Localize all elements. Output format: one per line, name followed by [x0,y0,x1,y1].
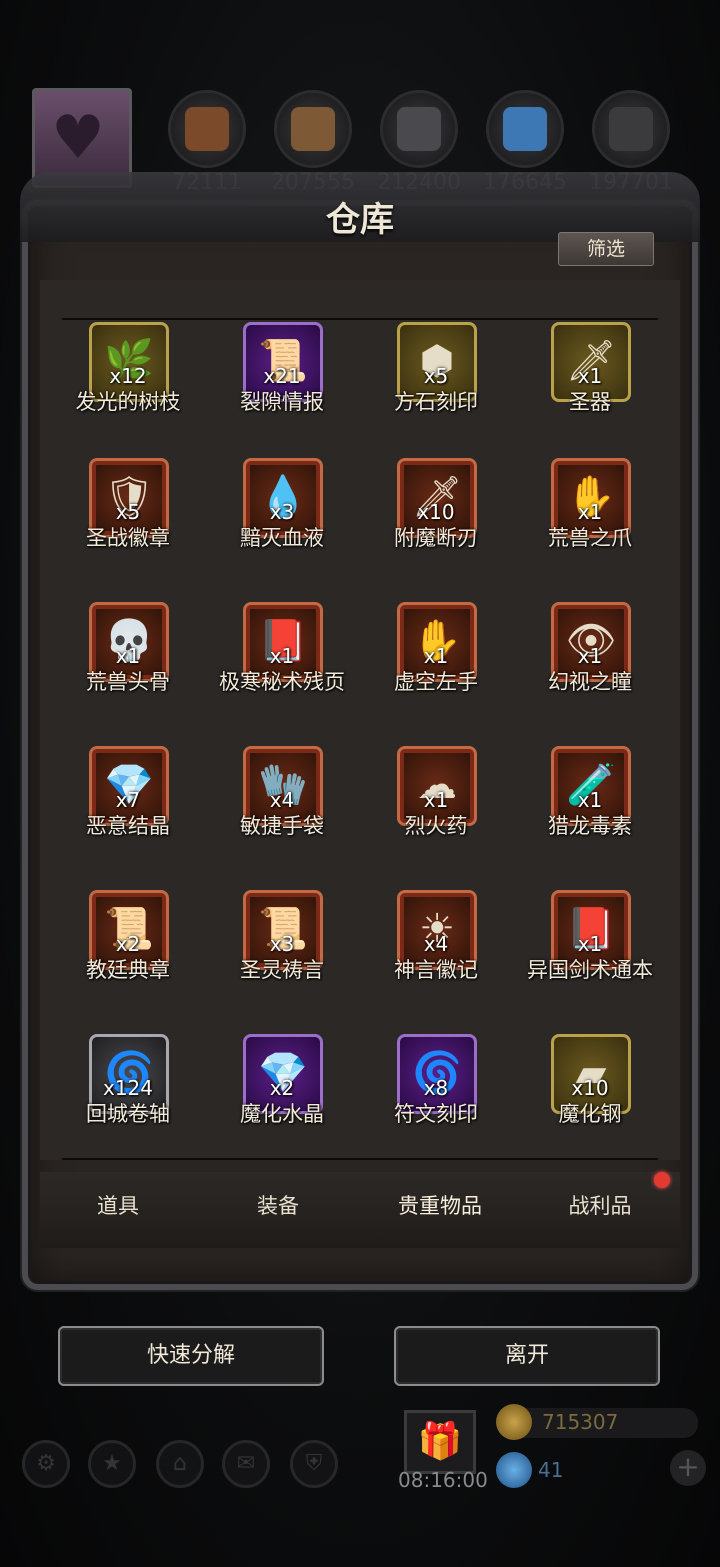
resource-slot[interactable] [274,90,352,168]
leather-icon [185,107,229,151]
item-cell[interactable]: 🌿 x12 发光的树枝 [53,322,203,432]
item-cell[interactable]: ⬢ x5 方石刻印 [361,322,511,432]
item-cell[interactable]: ✋ x1 荒兽之爪 [515,458,665,568]
item-cell[interactable]: 🗡 x1 圣器 [515,322,665,432]
building-icon[interactable]: ⌂ [156,1440,204,1488]
filter-button[interactable]: 筛选 [558,232,654,266]
tab-valuables[interactable]: 贵重物品 [370,1190,510,1220]
item-name: 荒兽之爪 [548,526,632,550]
iron-bar-icon [609,107,653,151]
tab-equipment[interactable]: 装备 [208,1190,348,1220]
mail-icon[interactable]: ✉ [222,1440,270,1488]
item-count: x21 [263,364,301,388]
item-name: 幻视之瞳 [548,670,632,694]
tab-items[interactable]: 道具 [48,1190,188,1220]
item-name: 魔化钢 [558,1102,622,1126]
notification-badge [654,1172,670,1188]
item-count: x1 [269,644,295,668]
item-cell[interactable]: 🧤 x4 敏捷手袋 [207,746,357,856]
item-count: x3 [269,932,295,956]
item-cell[interactable]: 🌀 x8 符文刻印 [361,1034,511,1144]
gear-icon[interactable]: ⚙ [22,1440,70,1488]
item-count: x5 [423,364,449,388]
item-name: 圣器 [569,390,611,414]
crystal-icon [503,107,547,151]
item-cell[interactable]: 💀 x1 荒兽头骨 [53,602,203,712]
item-count: x1 [577,788,603,812]
item-cell[interactable]: ✋ x1 虚空左手 [361,602,511,712]
item-cell[interactable]: 🛡 x5 圣战徽章 [53,458,203,568]
gift-icon[interactable]: 🎁 [404,1410,476,1474]
gift-timer: 08:16:00 [398,1468,488,1492]
item-count: x4 [423,932,449,956]
item-count: x8 [423,1076,449,1100]
gem-icon [496,1452,532,1488]
item-cell[interactable]: ☀ x4 神言徽记 [361,890,511,1000]
tab-loot[interactable]: 战利品 [530,1190,670,1220]
item-cell[interactable]: 💎 x7 恶意结晶 [53,746,203,856]
item-count: x124 [102,1076,153,1100]
resource-slot[interactable] [380,90,458,168]
item-count: x1 [115,644,141,668]
leave-button[interactable]: 离开 [394,1326,660,1386]
item-count: x1 [577,364,603,388]
item-cell[interactable]: 👁 x1 幻视之瞳 [515,602,665,712]
item-count: x4 [269,788,295,812]
item-count: x1 [577,644,603,668]
top-divider [62,318,658,320]
item-count: x10 [571,1076,609,1100]
item-count: x1 [423,644,449,668]
gold-coin-icon [496,1404,532,1440]
item-cell[interactable]: 🌀 x124 回城卷轴 [53,1034,203,1144]
bottom-divider [62,1158,658,1160]
item-cell[interactable]: 📜 x21 裂隙情报 [207,322,357,432]
gold-amount: 715307 [542,1410,619,1434]
warehouse-screen: { "resources": { "portrait_icon": "coupl… [0,0,720,1567]
shield-icon[interactable]: ⛨ [290,1440,338,1488]
item-cell[interactable]: 📕 x1 异国剑术通本 [515,890,665,1000]
item-cell[interactable]: 🧪 x1 猎龙毒素 [515,746,665,856]
item-count: x2 [269,1076,295,1100]
item-count: x5 [115,500,141,524]
item-name: 猎龙毒素 [548,814,632,838]
item-cell[interactable]: 📜 x2 教廷典章 [53,890,203,1000]
item-count: x3 [269,500,295,524]
wood-planks-icon [291,107,335,151]
resource-slot[interactable] [486,90,564,168]
add-currency-button[interactable]: + [670,1450,706,1486]
item-count: x12 [109,364,147,388]
item-count: x1 [577,500,603,524]
item-cell[interactable]: 📕 x1 极寒秘术残页 [207,602,357,712]
item-cell[interactable]: 💎 x2 魔化水晶 [207,1034,357,1144]
couple-portrait-icon: ♥ [51,103,105,173]
item-count: x2 [115,932,141,956]
item-count: x10 [417,500,455,524]
item-name: 异国剑术通本 [527,958,653,982]
item-cell[interactable]: 💧 x3 黯灭血液 [207,458,357,568]
item-count: x7 [115,788,141,812]
item-cell[interactable]: 🗡 x10 附魔断刃 [361,458,511,568]
item-count: x1 [423,788,449,812]
item-cell[interactable]: 📜 x3 圣灵祷言 [207,890,357,1000]
item-cell[interactable]: ☁ x1 烈火药 [361,746,511,856]
item-count: x1 [577,932,603,956]
item-cell[interactable]: ▰ x10 魔化钢 [515,1034,665,1144]
resource-slot[interactable] [592,90,670,168]
gem-amount: 41 [538,1458,564,1482]
star-icon[interactable]: ★ [88,1440,136,1488]
quick-decompose-button[interactable]: 快速分解 [58,1326,324,1386]
metal-ingot-icon [397,107,441,151]
resource-slot[interactable] [168,90,246,168]
